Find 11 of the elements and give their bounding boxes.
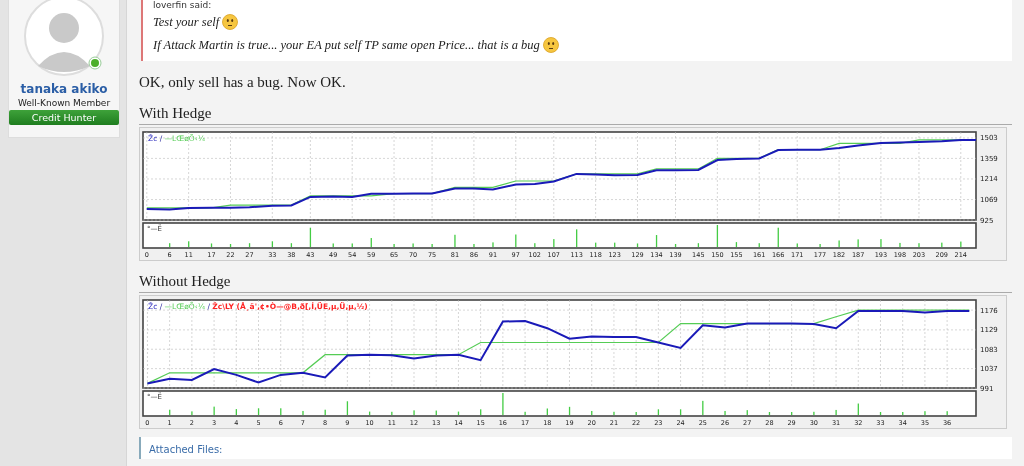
section-heading: With Hedge [139, 105, 213, 122]
username-link[interactable]: tanaka akiko [20, 82, 108, 96]
quote-text: If Attack Martin is true... your EA put self TP same open Price... that is a bug [153, 37, 540, 53]
attachments-label: Attached Files: [149, 444, 223, 455]
section-heading: Without Hedge [139, 273, 232, 290]
quote-attribution: loverfin said: [153, 0, 213, 11]
post-text: OK, only sell has a bug. Now OK. [139, 74, 347, 91]
user-banner: Credit Hunter [9, 110, 119, 125]
quote-text: Test your self [153, 14, 220, 30]
avatar[interactable] [24, 0, 104, 76]
user-title: Well-Known Member [17, 98, 111, 108]
